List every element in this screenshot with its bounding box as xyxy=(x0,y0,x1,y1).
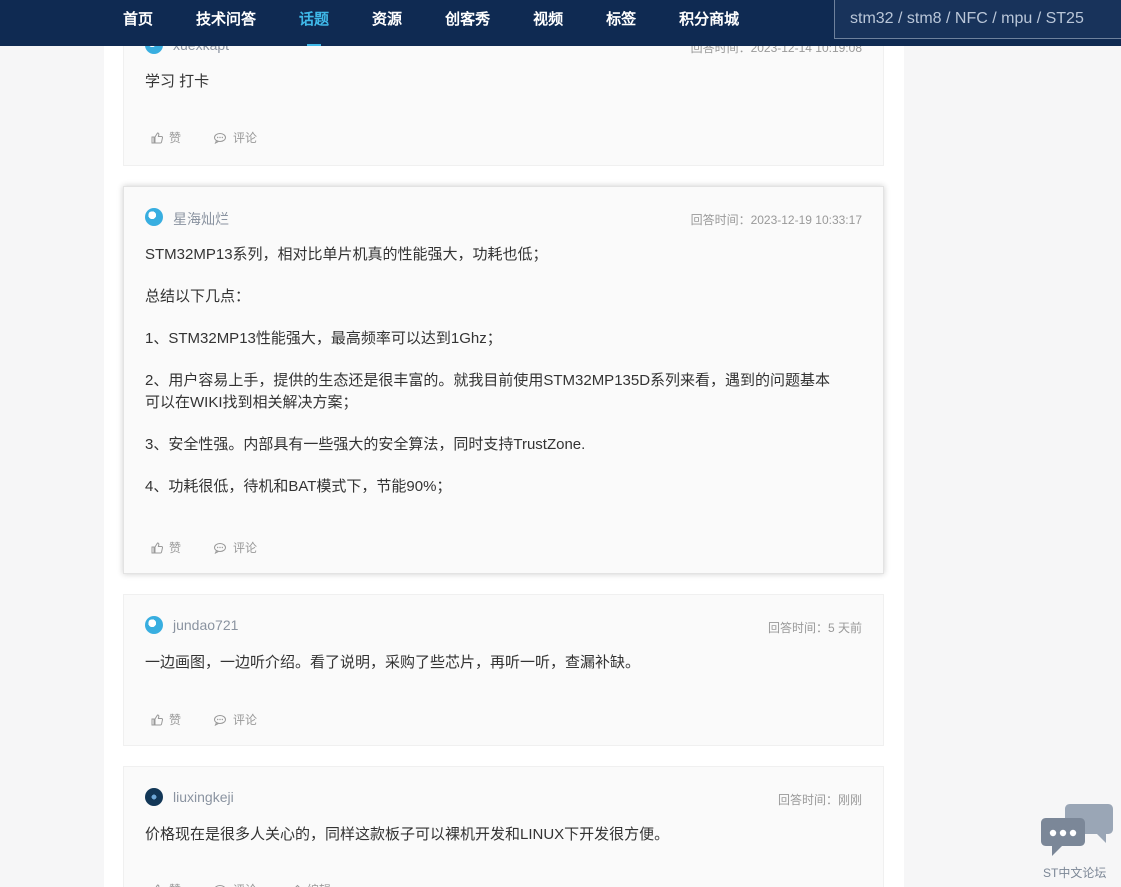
comment-label: 评论 xyxy=(233,713,258,727)
answer-header: liuxingkeji 回答时间：刚刚 xyxy=(145,787,862,807)
comment-icon xyxy=(214,542,227,554)
answer-card: jundao721 回答时间：5 天前 一边画图，一边听介绍。看了说明，采购了些… xyxy=(123,594,884,746)
like-button[interactable]: 赞 xyxy=(151,711,181,728)
main-nav: 首页 技术问答 话题 资源 创客秀 视频 标签 积分商城 xyxy=(110,0,769,46)
thumbs-up-icon xyxy=(151,713,163,725)
search-input[interactable]: stm32 / stm8 / NFC / mpu / ST25 xyxy=(834,0,1121,39)
answer-actions: 赞 评论 xyxy=(151,129,289,146)
answer-header: jundao721 回答时间：5 天前 xyxy=(145,615,862,635)
username[interactable]: jundao721 xyxy=(173,617,238,633)
answer-paragraph: 学习 打卡 xyxy=(145,73,210,90)
chat-bubbles-icon xyxy=(1041,804,1113,856)
answer-paragraph: STM32MP13系列，相对比单片机真的性能强大，功耗也低； xyxy=(145,246,548,263)
answer-header: 星海灿烂 回答时间：2023-12-19 10:33:17 xyxy=(145,207,862,227)
answer-actions: 赞 评论 xyxy=(151,711,289,728)
nav-item-resources[interactable]: 资源 xyxy=(359,0,415,46)
answer-time: 回答时间：2023-12-19 10:33:17 xyxy=(690,213,862,227)
answer-actions: 赞 评论 xyxy=(151,539,289,556)
answer-paragraph: 2、用户容易上手，提供的生态还是很丰富的。就我目前使用STM32MP135D系列… xyxy=(145,372,831,411)
widget-label: ST中文论坛 xyxy=(1043,866,1107,880)
comment-icon xyxy=(214,884,226,887)
edit-label: 编辑 xyxy=(307,881,331,887)
comment-label: 评论 xyxy=(233,541,258,555)
top-nav-bar: 首页 技术问答 话题 资源 创客秀 视频 标签 积分商城 stm32 / stm… xyxy=(0,0,1121,46)
like-label: 赞 xyxy=(169,713,182,727)
comment-label: 评论 xyxy=(233,881,257,887)
answer-time: 回答时间：刚刚 xyxy=(777,793,862,807)
comment-button[interactable]: 评论 xyxy=(213,129,257,146)
nav-item-points-mall[interactable]: 积分商城 xyxy=(666,0,752,46)
avatar[interactable] xyxy=(145,616,163,634)
avatar[interactable] xyxy=(145,788,163,806)
nav-item-home[interactable]: 首页 xyxy=(110,0,166,46)
answer-paragraph: 一边画图，一边听介绍。看了说明，采购了些芯片，再听一听，查漏补缺。 xyxy=(145,654,641,671)
answer-card: liuxingkeji 回答时间：刚刚 价格现在是很多人关心的，同样这款板子可以… xyxy=(123,766,884,887)
username[interactable]: 星海灿烂 xyxy=(173,209,229,229)
nav-item-qa[interactable]: 技术问答 xyxy=(183,0,269,46)
answer-paragraph: 总结以下几点： xyxy=(145,288,251,305)
answer-content: 价格现在是很多人关心的，同样这款板子可以裸机开发和LINUX下开发很方便。 xyxy=(145,824,843,866)
like-label: 赞 xyxy=(169,541,182,555)
thumbs-up-icon xyxy=(151,131,163,143)
thumbs-up-icon xyxy=(151,541,163,553)
comment-icon xyxy=(214,132,227,144)
answer-card-highlighted: 星海灿烂 回答时间：2023-12-19 10:33:17 STM32MP13系… xyxy=(123,186,884,574)
comment-button[interactable]: 评论 xyxy=(213,539,257,556)
answer-actions: 赞 评论 编辑 xyxy=(151,881,363,887)
comment-icon xyxy=(214,714,227,726)
comment-button[interactable]: 评论 xyxy=(213,881,257,887)
answer-content: STM32MP13系列，相对比单片机真的性能强大，功耗也低； 总结以下几点： 1… xyxy=(145,244,843,518)
nav-item-tags[interactable]: 标签 xyxy=(593,0,649,46)
answer-content: 学习 打卡 xyxy=(145,71,843,113)
answer-content: 一边画图，一边听介绍。看了说明，采购了些芯片，再听一听，查漏补缺。 xyxy=(145,652,843,694)
nav-item-video[interactable]: 视频 xyxy=(520,0,576,46)
comment-label: 评论 xyxy=(233,131,258,145)
answer-paragraph: 4、功耗很低，待机和BAT模式下，节能90%； xyxy=(145,478,452,495)
edit-button[interactable]: 编辑 xyxy=(289,881,331,887)
like-button[interactable]: 赞 xyxy=(151,539,181,556)
answer-time: 回答时间：5 天前 xyxy=(767,621,862,635)
answer-paragraph: 价格现在是很多人关心的，同样这款板子可以裸机开发和LINUX下开发很方便。 xyxy=(145,826,670,843)
like-label: 赞 xyxy=(169,131,182,145)
thumbs-up-icon xyxy=(155,883,160,887)
answer-paragraph: 3、安全性强。内部具有一些强大的安全算法，同时支持TrustZone. xyxy=(145,436,586,453)
comment-button[interactable]: 评论 xyxy=(213,711,257,728)
nav-item-maker[interactable]: 创客秀 xyxy=(432,0,503,46)
like-label: 赞 xyxy=(169,881,181,887)
like-button[interactable]: 赞 xyxy=(151,129,181,146)
avatar[interactable] xyxy=(145,208,163,226)
answer-paragraph: 1、STM32MP13性能强大，最高频率可以达到1Ghz； xyxy=(145,330,502,347)
nav-item-topics[interactable]: 话题 xyxy=(286,0,342,46)
edit-icon xyxy=(294,884,301,887)
username[interactable]: liuxingkeji xyxy=(173,789,234,805)
forum-chat-widget[interactable]: ST中文论坛 xyxy=(1040,800,1118,884)
like-button[interactable]: 赞 xyxy=(151,881,181,887)
